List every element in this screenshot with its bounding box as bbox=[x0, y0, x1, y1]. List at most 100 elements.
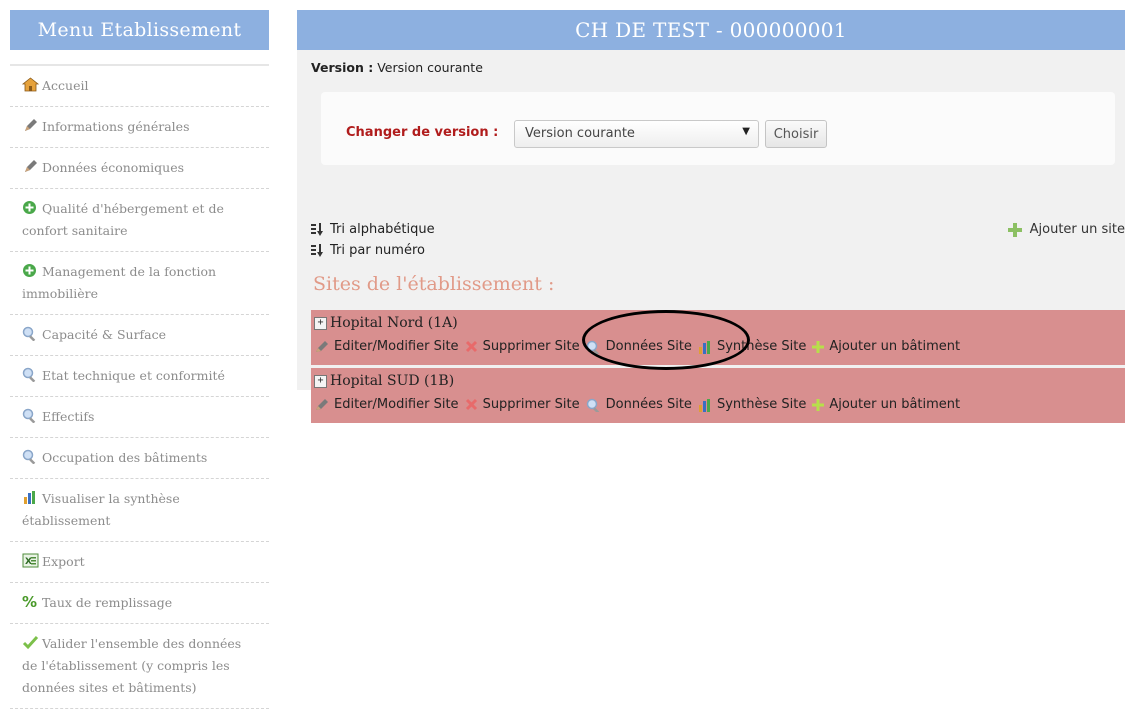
sidebar-item-label: Export bbox=[42, 554, 85, 569]
expand-icon[interactable]: + bbox=[314, 374, 327, 388]
sidebar-item-taux-remplissage[interactable]: % Taux de remplissage bbox=[10, 583, 269, 624]
site-actions: Editer/Modifier Site Supprimer Site Donn… bbox=[315, 397, 966, 412]
site-data-label: Données Site bbox=[605, 339, 692, 354]
add-building-label: Ajouter un bâtiment bbox=[829, 339, 961, 354]
version-select-value: Version courante bbox=[525, 126, 635, 141]
site-name-label: Hopital SUD (1B) bbox=[330, 373, 455, 389]
add-site-link[interactable]: Ajouter un site bbox=[1007, 222, 1125, 237]
sidebar-item-management-immobiliere[interactable]: Management de la fonction immobilière bbox=[10, 252, 269, 315]
delete-site-link[interactable]: Supprimer Site bbox=[465, 339, 580, 354]
delete-site-label: Supprimer Site bbox=[482, 339, 580, 354]
current-version: Version : Version courante bbox=[311, 60, 483, 75]
sort-icon bbox=[311, 222, 323, 236]
pencil-icon bbox=[22, 118, 39, 133]
sort-icon bbox=[311, 243, 323, 257]
main-panel: CH DE TEST - 000000001 Version : Version… bbox=[297, 10, 1125, 423]
sidebar-item-qualite-hebergement[interactable]: Qualité d'hébergement et de confort sani… bbox=[10, 189, 269, 252]
sidebar-item-donnees-economiques[interactable]: Données économiques bbox=[10, 148, 269, 189]
version-select[interactable]: Version courante ▼ bbox=[514, 120, 759, 148]
edit-site-link[interactable]: Editer/Modifier Site bbox=[315, 339, 459, 354]
sidebar-title: Menu Etablissement bbox=[10, 10, 269, 50]
pencil-icon bbox=[22, 159, 39, 174]
sidebar-item-visualiser-synthese[interactable]: Visualiser la synthèse établissement bbox=[10, 479, 269, 542]
sidebar-item-label: Informations générales bbox=[42, 119, 190, 134]
site-synthesis-label: Synthèse Site bbox=[716, 339, 807, 354]
pencil-icon bbox=[316, 341, 328, 352]
plus-circle-icon bbox=[22, 200, 39, 215]
sidebar-item-label: Etat technique et conformité bbox=[42, 368, 225, 383]
home-icon bbox=[21, 77, 40, 92]
site-data-label: Données Site bbox=[605, 397, 692, 412]
sidebar-item-label: Taux de remplissage bbox=[42, 595, 173, 610]
delete-icon bbox=[465, 398, 477, 411]
magnifier-icon bbox=[22, 408, 39, 424]
magnifier-icon bbox=[586, 398, 599, 412]
sidebar-item-label: Capacité & Surface bbox=[42, 327, 167, 342]
bar-chart-icon bbox=[698, 398, 710, 412]
pencil-icon bbox=[316, 399, 328, 410]
sort-alphabetical-label: Tri alphabétique bbox=[330, 222, 435, 237]
plus-icon bbox=[1007, 222, 1022, 237]
page-title: CH DE TEST - 000000001 bbox=[297, 10, 1125, 50]
edit-site-link[interactable]: Editer/Modifier Site bbox=[315, 397, 459, 412]
sidebar-item-accueil[interactable]: Accueil bbox=[10, 66, 269, 107]
sidebar-item-label: Occupation des bâtiments bbox=[42, 450, 208, 465]
plus-icon bbox=[812, 340, 825, 353]
site-actions: Editer/Modifier Site Supprimer Site Donn… bbox=[315, 339, 966, 354]
checkmark-icon bbox=[22, 635, 39, 650]
sidebar-item-label: Données économiques bbox=[42, 160, 185, 175]
sidebar-item-valider-donnees[interactable]: Valider l'ensemble des données de l'étab… bbox=[10, 624, 269, 709]
site-data-link[interactable]: Données Site bbox=[586, 397, 692, 412]
site-row: + Hopital Nord (1A) Editer/Modifier Site… bbox=[311, 310, 1125, 365]
version-label: Version : bbox=[311, 60, 374, 75]
bar-chart-icon bbox=[22, 490, 39, 505]
site-synthesis-link[interactable]: Synthèse Site bbox=[698, 397, 806, 412]
choose-version-button[interactable]: Choisir bbox=[765, 120, 827, 148]
sidebar-item-label: Accueil bbox=[42, 78, 89, 93]
bar-chart-icon bbox=[698, 340, 710, 354]
site-name[interactable]: + Hopital Nord (1A) bbox=[314, 315, 458, 331]
sidebar-item-label: Valider l'ensemble des données de l'étab… bbox=[22, 636, 242, 695]
dropdown-arrow-icon: ▼ bbox=[742, 126, 750, 137]
sidebar-item-label: Qualité d'hébergement et de confort sani… bbox=[22, 201, 224, 238]
magnifier-icon bbox=[586, 340, 599, 354]
add-site-label: Ajouter un site bbox=[1029, 222, 1125, 237]
magnifier-icon bbox=[22, 367, 39, 383]
sidebar-item-label: Management de la fonction immobilière bbox=[22, 264, 217, 301]
percent-icon: % bbox=[22, 593, 39, 611]
expand-icon[interactable]: + bbox=[314, 316, 327, 330]
sort-number-link[interactable]: Tri par numéro bbox=[311, 243, 425, 258]
plus-icon bbox=[812, 398, 825, 411]
plus-circle-icon bbox=[22, 263, 39, 278]
site-name-label: Hopital Nord (1A) bbox=[330, 315, 458, 331]
sidebar-item-etat-technique[interactable]: Etat technique et conformité bbox=[10, 356, 269, 397]
sidebar-menu: Accueil Informations générales Données é… bbox=[10, 64, 269, 709]
site-name[interactable]: + Hopital SUD (1B) bbox=[314, 373, 454, 389]
site-data-link[interactable]: Données Site bbox=[586, 339, 692, 354]
svg-text:%: % bbox=[22, 594, 37, 609]
excel-icon: X bbox=[22, 553, 39, 568]
edit-site-label: Editer/Modifier Site bbox=[334, 397, 459, 412]
site-synthesis-label: Synthèse Site bbox=[716, 397, 807, 412]
sidebar-item-occupation-batiments[interactable]: Occupation des bâtiments bbox=[10, 438, 269, 479]
sidebar-item-label: Visualiser la synthèse établissement bbox=[22, 491, 180, 528]
delete-icon bbox=[465, 340, 477, 353]
svg-text:X: X bbox=[25, 557, 32, 567]
edit-site-label: Editer/Modifier Site bbox=[334, 339, 459, 354]
sidebar: Menu Etablissement Accueil Informations … bbox=[10, 10, 269, 709]
add-building-label: Ajouter un bâtiment bbox=[829, 397, 961, 412]
add-building-link[interactable]: Ajouter un bâtiment bbox=[812, 339, 960, 354]
sidebar-item-informations-generales[interactable]: Informations générales bbox=[10, 107, 269, 148]
sidebar-item-export[interactable]: X Export bbox=[10, 542, 269, 583]
main-body: Version : Version courante Changer de ve… bbox=[297, 50, 1125, 423]
change-version-label: Changer de version : bbox=[346, 125, 499, 140]
magnifier-icon bbox=[22, 326, 39, 342]
site-synthesis-link[interactable]: Synthèse Site bbox=[698, 339, 806, 354]
add-building-link[interactable]: Ajouter un bâtiment bbox=[812, 397, 960, 412]
sites-title: Sites de l'établissement : bbox=[313, 273, 555, 295]
sidebar-item-effectifs[interactable]: Effectifs bbox=[10, 397, 269, 438]
delete-site-link[interactable]: Supprimer Site bbox=[465, 397, 580, 412]
sidebar-item-capacite-surface[interactable]: Capacité & Surface bbox=[10, 315, 269, 356]
sidebar-item-label: Effectifs bbox=[42, 409, 95, 424]
sort-alphabetical-link[interactable]: Tri alphabétique bbox=[311, 222, 435, 237]
